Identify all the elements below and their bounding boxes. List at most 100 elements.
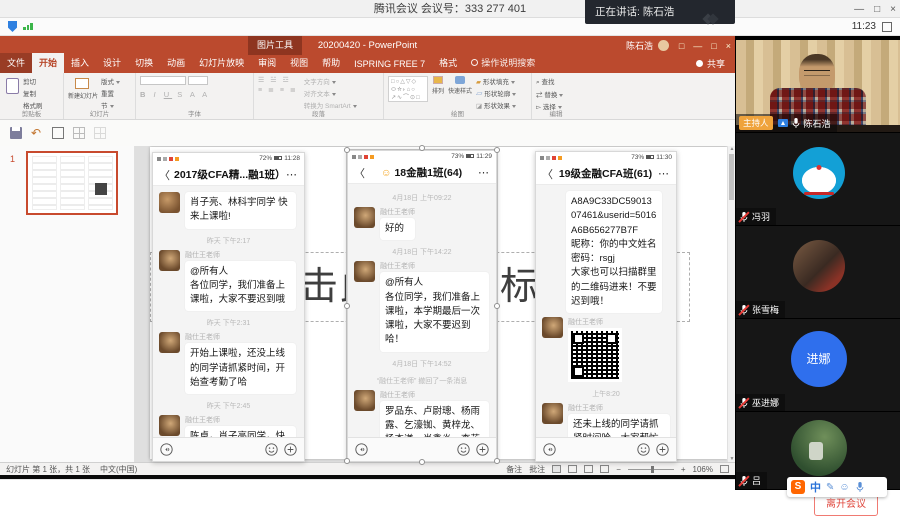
- selection-handle[interactable]: [344, 458, 350, 464]
- sorter-view-icon[interactable]: [568, 465, 577, 473]
- replace-button[interactable]: ⇄ 替换: [536, 89, 576, 99]
- ime-lang-toggle[interactable]: 中: [810, 479, 821, 495]
- new-slide-icon[interactable]: [75, 78, 89, 89]
- arrange-button[interactable]: 排列: [432, 86, 444, 95]
- ime-mic-icon[interactable]: [855, 481, 865, 493]
- emoji-icon: [265, 443, 278, 456]
- cut-button[interactable]: 剪切: [23, 76, 43, 86]
- slide-thumbnail-1[interactable]: [26, 151, 118, 215]
- selection-handle[interactable]: [344, 147, 350, 153]
- ime-pen-icon[interactable]: ✎: [826, 482, 834, 493]
- tab-format[interactable]: 格式: [432, 53, 464, 73]
- ime-toolbar[interactable]: S 中 ✎ ☺: [787, 477, 887, 497]
- selection-handle[interactable]: [494, 458, 500, 464]
- ppt-ribbon: 剪切 复制 格式刷 剪贴板 新建幻灯片 版式 重置 节 幻灯片 B I U S …: [0, 73, 735, 120]
- video-tile-host[interactable]: 主持人 陈石浩: [736, 40, 900, 133]
- video-tile-fengyu[interactable]: 冯羽: [736, 133, 900, 226]
- paste-icon[interactable]: [6, 78, 19, 94]
- chat-title: ☺ 18金融1班(64): [369, 165, 474, 180]
- tab-animations[interactable]: 动画: [160, 53, 192, 73]
- slideshow-view-icon[interactable]: [600, 465, 609, 473]
- video-tile-wujinna[interactable]: 进娜 巫进娜: [736, 319, 900, 412]
- leave-meeting-button[interactable]: 离开会议: [814, 494, 878, 516]
- undo-icon[interactable]: ↶: [31, 127, 43, 139]
- tab-home[interactable]: 开始: [32, 53, 64, 73]
- tab-view[interactable]: 视图: [283, 53, 315, 73]
- emoji-face-icon: ☺: [381, 167, 392, 179]
- video-tile-zhangxuemei[interactable]: 张雪梅: [736, 226, 900, 319]
- reading-view-icon[interactable]: [584, 465, 593, 473]
- wechat-screenshot-class18[interactable]: 73%11:29 〈 ☺ 18金融1班(64) ⋯ 4月18日 上午09:22 …: [347, 150, 497, 462]
- font-family-select[interactable]: [140, 76, 186, 85]
- tell-me-search[interactable]: 操作说明搜索: [464, 53, 542, 73]
- minimize-icon[interactable]: —: [854, 4, 864, 15]
- new-slide-button[interactable]: 新建幻灯片: [68, 91, 98, 100]
- wechat-screenshot-class2017[interactable]: 72%11:28 〈 2017级CFA精...融1班）(42) ⋯ 肖子亮、林科…: [152, 152, 305, 462]
- notes-toggle[interactable]: 备注: [506, 464, 522, 475]
- fit-slide-icon[interactable]: [720, 465, 729, 473]
- ppt-scrollbar[interactable]: ▲ ▼: [727, 146, 735, 462]
- ribbon-group-editing: ⌕ 查找 ⇄ 替换 ▻ 选择 编辑: [532, 73, 580, 119]
- selection-handle[interactable]: [419, 459, 425, 465]
- tab-design[interactable]: 设计: [96, 53, 128, 73]
- grid-view-icon2[interactable]: [94, 127, 106, 139]
- avatar: [542, 403, 563, 424]
- ppt-close-icon[interactable]: ×: [726, 41, 731, 51]
- find-button[interactable]: ⌕ 查找: [536, 76, 576, 87]
- comments-toggle[interactable]: 批注: [529, 464, 545, 475]
- time-divider: 昨天 下午2:45: [153, 401, 304, 411]
- ppt-minimize-icon[interactable]: —: [693, 41, 702, 51]
- copy-button[interactable]: 复制: [23, 88, 43, 98]
- chat-messages: A8A9C33DC5901307461&userid=5016A6B656277…: [536, 185, 676, 437]
- selection-handle[interactable]: [344, 303, 350, 309]
- phone-status-bar: 72%11:28: [153, 153, 304, 164]
- shapes-gallery[interactable]: □○△▽◇⬭☆▹⌂○↗∿⌒⊙□: [388, 76, 428, 102]
- text-direction-button[interactable]: 文字方向: [304, 76, 357, 86]
- zoom-level[interactable]: 106%: [693, 465, 713, 474]
- reset-button[interactable]: 重置: [101, 88, 120, 98]
- tab-review[interactable]: 审阅: [251, 53, 283, 73]
- selection-handle[interactable]: [494, 147, 500, 153]
- ribbon-options-icon[interactable]: □: [679, 41, 684, 51]
- save-icon[interactable]: [10, 127, 22, 139]
- ppt-maximize-icon[interactable]: □: [711, 41, 716, 51]
- zoom-out-icon[interactable]: −: [616, 465, 621, 474]
- ppt-status-bar: 幻灯片 第 1 张，共 1 张 中文(中国) 备注 批注 − + 106%: [0, 462, 735, 475]
- ppt-share-button[interactable]: 共享: [686, 54, 735, 73]
- wechat-screenshot-class19[interactable]: 73%11:30 〈 19级金融CFA班(61) ⋯ A8A9C33DC5901…: [535, 151, 677, 462]
- ribbon-group-clipboard: 剪切 复制 格式刷 剪贴板: [0, 73, 64, 119]
- start-slideshow-icon[interactable]: [52, 127, 64, 139]
- zoom-in-icon[interactable]: +: [681, 465, 686, 474]
- quick-access-toolbar: ↶: [0, 120, 735, 146]
- tab-help[interactable]: 帮助: [315, 53, 347, 73]
- tab-ispring[interactable]: ISPRING FREE 7: [347, 56, 432, 73]
- selection-handle[interactable]: [494, 303, 500, 309]
- sogou-logo-icon[interactable]: S: [791, 480, 805, 494]
- layout-button[interactable]: 版式: [101, 76, 120, 86]
- doraemon-avatar: [793, 147, 845, 199]
- tab-file[interactable]: 文件: [0, 53, 32, 73]
- qr-code-image: [568, 328, 622, 382]
- maximize-icon[interactable]: □: [874, 4, 880, 15]
- more-icon: ⋯: [286, 168, 298, 181]
- font-size-select[interactable]: [188, 76, 208, 85]
- align-text-button[interactable]: 对齐文本: [304, 88, 357, 98]
- ime-emoji-icon[interactable]: ☺: [839, 482, 849, 493]
- shape-fill-button[interactable]: ▰ 形状填充: [476, 76, 516, 86]
- shape-outline-button[interactable]: ▱ 形状轮廓: [476, 88, 516, 98]
- zoom-slider[interactable]: [628, 469, 674, 470]
- selection-handle[interactable]: [419, 145, 425, 151]
- user-avatar[interactable]: [658, 40, 669, 51]
- quick-styles-button[interactable]: 快速样式: [448, 86, 472, 95]
- chat-input-bar: [153, 437, 304, 461]
- glasses: [804, 70, 830, 76]
- fullscreen-icon[interactable]: [882, 22, 892, 32]
- photo-avatar: [791, 420, 847, 476]
- language-indicator[interactable]: 中文(中国): [100, 464, 137, 475]
- tab-insert[interactable]: 插入: [64, 53, 96, 73]
- close-icon[interactable]: ×: [890, 4, 896, 15]
- normal-view-icon[interactable]: [552, 465, 561, 473]
- grid-view-icon[interactable]: [73, 127, 85, 139]
- tab-transitions[interactable]: 切换: [128, 53, 160, 73]
- tab-slideshow[interactable]: 幻灯片放映: [192, 53, 251, 73]
